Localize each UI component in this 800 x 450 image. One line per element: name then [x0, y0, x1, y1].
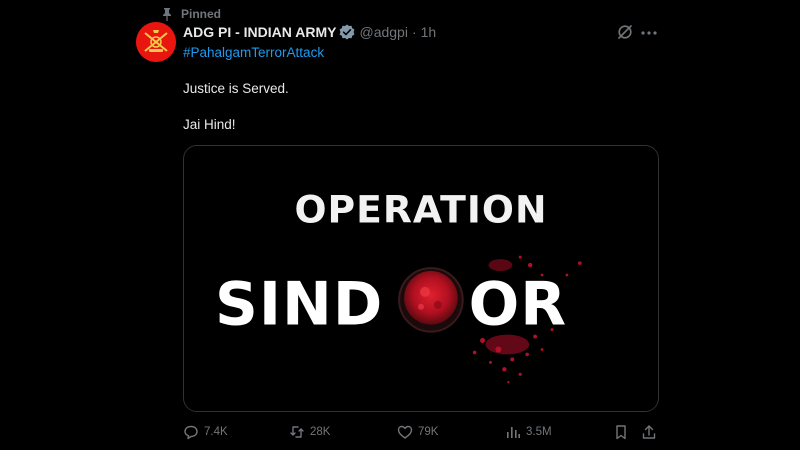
like-button[interactable]: 79K	[397, 422, 438, 442]
pin-icon	[163, 8, 171, 21]
separator-dot: ·	[411, 24, 417, 40]
post-text-line: Justice is Served.	[183, 81, 289, 96]
like-count: 79K	[418, 426, 439, 438]
grok-icon[interactable]	[617, 24, 633, 40]
operation-title: OPERATION	[294, 187, 547, 231]
author-name[interactable]: ADG PI - INDIAN ARMY	[183, 24, 336, 40]
author-handle[interactable]: @adgpi	[359, 24, 407, 40]
views-icon	[507, 427, 520, 438]
post-media[interactable]: OPERATION SIND OR	[183, 145, 659, 412]
sindoor-left-text: SIND	[215, 271, 383, 340]
post-time[interactable]: 1h	[421, 24, 437, 40]
more-icon[interactable]	[640, 26, 658, 40]
views-button[interactable]: 3.5M	[505, 422, 552, 442]
share-button[interactable]	[641, 422, 657, 442]
bookmark-icon	[616, 425, 626, 440]
hashtag-link[interactable]: #PahalgamTerrorAttack	[183, 45, 324, 60]
army-emblem-icon	[136, 22, 176, 62]
views-count: 3.5M	[526, 426, 552, 438]
repost-button[interactable]: 28K	[289, 422, 330, 442]
like-icon	[397, 425, 413, 439]
reply-button[interactable]: 7.4K	[183, 422, 228, 442]
reply-count: 7.4K	[204, 426, 228, 438]
pinned-label: Pinned	[181, 7, 222, 21]
verified-badge-icon[interactable]	[339, 24, 355, 40]
operation-sindoor-image: OPERATION SIND OR	[184, 146, 658, 411]
sindoor-bowl	[398, 267, 464, 333]
avatar[interactable]	[136, 22, 176, 62]
post-header: ADG PI - INDIAN ARMY @adgpi · 1h	[183, 24, 436, 40]
post-actions: 7.4K 28K 79K 3.5M	[183, 422, 659, 442]
pinned-indicator: Pinned	[161, 6, 221, 22]
post-text-line: Jai Hind!	[183, 117, 236, 132]
bookmark-button[interactable]	[613, 422, 629, 442]
share-icon	[642, 425, 656, 439]
repost-count: 28K	[310, 426, 331, 438]
repost-icon	[290, 426, 304, 438]
sindoor-right-text: OR	[469, 271, 567, 340]
reply-icon	[184, 425, 198, 440]
